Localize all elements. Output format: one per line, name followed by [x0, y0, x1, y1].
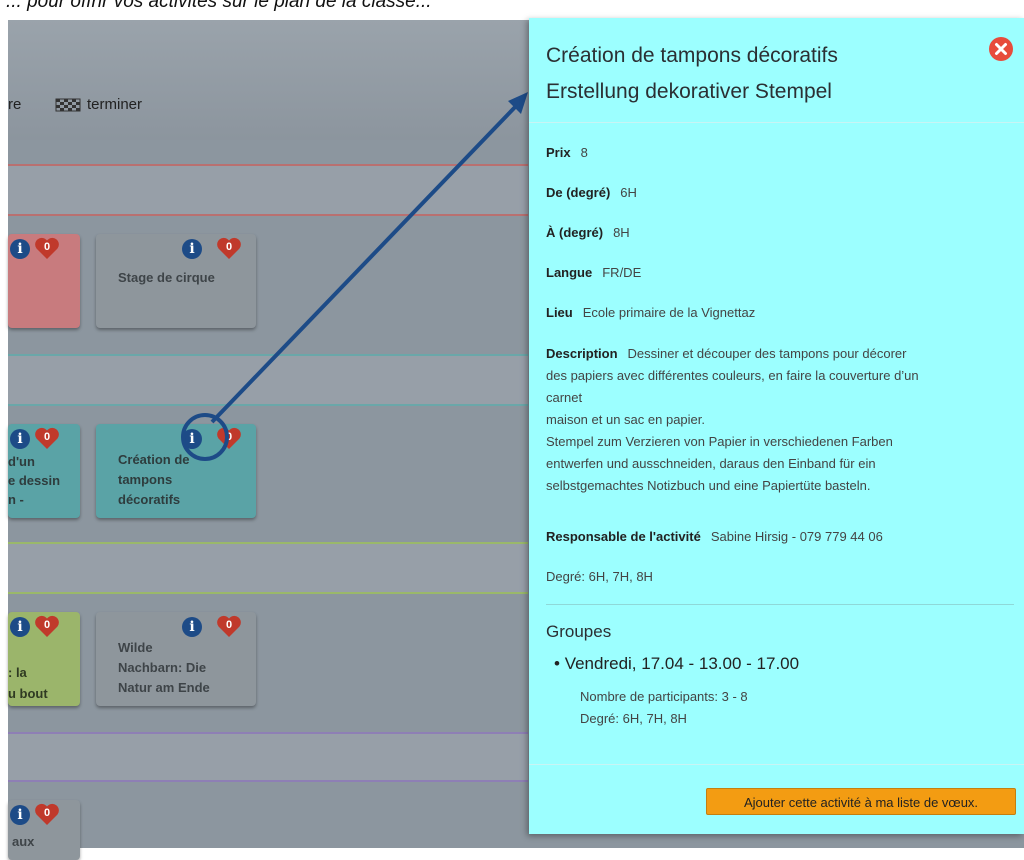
group-details: Nombre de participants: 3 - 8 Degré: 6H,…	[580, 689, 748, 726]
groups-title: Groupes	[546, 622, 612, 641]
arrow-line	[210, 102, 520, 424]
title-fr: Création de tampons décoratifs	[546, 44, 838, 67]
groups-divider	[546, 604, 1014, 605]
activity-detail-panel: Création de tampons décoratifs Erstellun…	[529, 18, 1024, 834]
footer-divider	[529, 764, 1024, 765]
add-to-wishlist-button[interactable]: Ajouter cette activité à ma liste de vœu…	[706, 788, 1016, 815]
field-langue: Langue FR/DE	[546, 265, 642, 280]
highlight-circle	[181, 413, 229, 461]
field-degre: Degré: 6H, 7H, 8H	[546, 569, 653, 584]
close-icon[interactable]	[988, 36, 1014, 62]
field-a: À (degré) 8H	[546, 225, 630, 240]
title-de: Erstellung dekorativer Stempel	[546, 80, 832, 103]
field-lieu: Lieu Ecole primaire de la Vignettaz	[546, 305, 756, 320]
field-prix: Prix 8	[546, 145, 588, 160]
field-responsable: Responsable de l'activité Sabine Hirsig -…	[546, 529, 883, 544]
field-description: Description Dessiner et découper des tamp…	[546, 346, 919, 493]
panel-title: Création de tampons décoratifs Erstellun…	[546, 38, 976, 110]
field-de: De (degré) 6H	[546, 185, 637, 200]
header-divider	[529, 122, 1024, 123]
group-item: • Vendredi, 17.04 - 13.00 - 17.00	[554, 654, 800, 673]
